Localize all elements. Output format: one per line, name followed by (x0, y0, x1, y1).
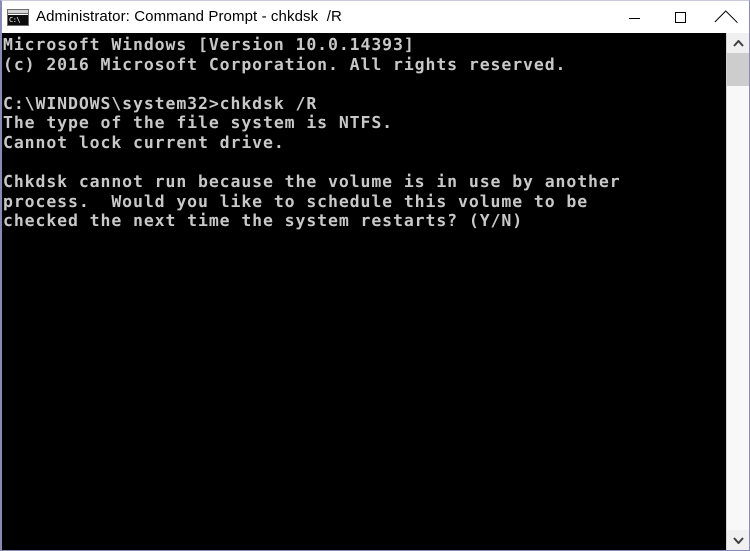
scrollbar-track[interactable] (727, 53, 749, 530)
command-prompt-icon[interactable]: C:\ (7, 8, 29, 26)
window-controls (611, 1, 749, 33)
close-button[interactable] (703, 1, 749, 33)
window-body: Microsoft Windows [Version 10.0.14393] (… (2, 33, 749, 550)
scroll-up-button[interactable] (727, 33, 749, 53)
minimize-icon (628, 17, 640, 19)
command-prompt-window: C:\ Administrator: Command Prompt - chkd… (0, 0, 750, 551)
close-icon (720, 11, 733, 24)
icon-title-strip (8, 9, 28, 14)
scroll-down-arrow-icon (732, 536, 744, 544)
maximize-icon (674, 11, 686, 23)
window-title: Administrator: Command Prompt - chkdsk /… (36, 8, 342, 25)
scrollbar-thumb[interactable] (727, 53, 749, 86)
title-bar[interactable]: C:\ Administrator: Command Prompt - chkd… (2, 1, 749, 33)
console-text: Microsoft Windows [Version 10.0.14393] (… (3, 35, 621, 231)
console-output-area[interactable]: Microsoft Windows [Version 10.0.14393] (… (2, 33, 726, 550)
scroll-up-arrow-icon (732, 39, 744, 47)
vertical-scrollbar[interactable] (726, 33, 749, 550)
scroll-down-button[interactable] (727, 530, 749, 550)
icon-prompt-text: C:\ (8, 14, 28, 25)
maximize-button[interactable] (657, 1, 703, 33)
minimize-button[interactable] (611, 1, 657, 33)
